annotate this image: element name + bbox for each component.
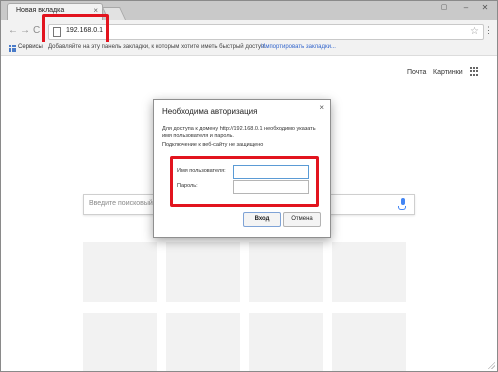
- url-highlight-box: [42, 14, 109, 45]
- tab-title: Новая вкладка: [16, 7, 65, 14]
- cancel-button[interactable]: Отмена: [283, 212, 321, 227]
- dialog-close-icon[interactable]: ×: [319, 103, 324, 113]
- google-apps-icon[interactable]: [470, 67, 479, 76]
- microphone-stand: [398, 206, 406, 210]
- most-visited-tile[interactable]: [166, 313, 240, 371]
- most-visited-tile[interactable]: [166, 242, 240, 302]
- dialog-warning: Подключение к веб-сайту не защищено: [162, 142, 264, 148]
- bookmarks-bar: Сервисы Добавляйте на эту панель закладк…: [1, 42, 497, 56]
- mail-link[interactable]: Почта: [407, 69, 426, 76]
- dialog-title: Необходима авторизация: [162, 107, 258, 116]
- most-visited-tile[interactable]: [249, 313, 323, 371]
- most-visited-tile[interactable]: [332, 313, 406, 371]
- bookmark-apps[interactable]: Сервисы: [18, 44, 43, 50]
- restore-window-icon[interactable]: ▢: [438, 3, 450, 13]
- address-bar[interactable]: 192.168.0.1 ☆: [48, 24, 484, 40]
- browser-window: Новая вкладка × – ✕ ▢ ← → C 192.168.0.1 …: [0, 0, 498, 372]
- star-icon[interactable]: ☆: [470, 25, 479, 39]
- most-visited-tile[interactable]: [83, 242, 157, 302]
- minimize-icon[interactable]: –: [460, 3, 472, 13]
- dialog-message: Для доступа к домену http://192.168.0.1 …: [162, 126, 316, 139]
- menu-dots-icon[interactable]: ⋮: [484, 25, 493, 35]
- apps-icon[interactable]: [9, 45, 16, 52]
- bookmarks-hint: Добавляйте на эту панель закладки, к кот…: [48, 44, 266, 50]
- resize-grip-icon[interactable]: [487, 361, 495, 369]
- most-visited-tile[interactable]: [332, 242, 406, 302]
- search-placeholder: Введите поисковый: [89, 200, 153, 207]
- login-button[interactable]: Вход: [243, 212, 281, 227]
- most-visited-tile[interactable]: [249, 242, 323, 302]
- images-link[interactable]: Картинки: [433, 69, 463, 76]
- reload-icon[interactable]: C: [33, 25, 40, 37]
- microphone-icon[interactable]: [401, 198, 405, 205]
- forward-arrow-icon[interactable]: →: [20, 25, 30, 37]
- back-arrow-icon[interactable]: ←: [8, 25, 18, 37]
- credentials-highlight-box: [170, 156, 319, 207]
- most-visited-tile[interactable]: [83, 313, 157, 371]
- import-bookmarks-link[interactable]: Импортировать закладки...: [261, 44, 336, 50]
- close-window-icon[interactable]: ✕: [479, 3, 491, 13]
